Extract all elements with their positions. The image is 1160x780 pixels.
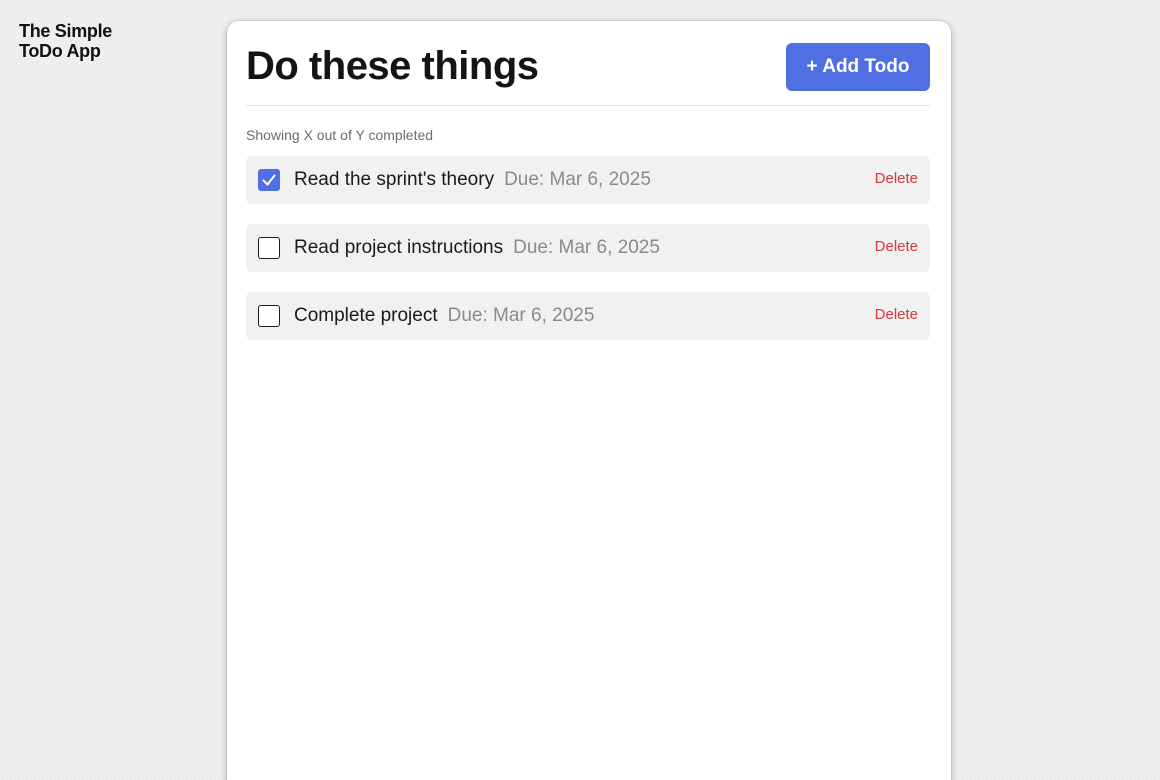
delete-button[interactable]: Delete <box>875 170 918 187</box>
todo-list: Read the sprint's theory Due: Mar 6, 2025… <box>246 156 930 360</box>
app-name-line2: ToDo App <box>19 41 101 61</box>
todo-label: Read the sprint's theory Due: Mar 6, 2025 <box>294 169 651 191</box>
todo-checkbox[interactable] <box>258 169 280 191</box>
delete-button[interactable]: Delete <box>875 238 918 255</box>
app-logo: The Simple ToDo App <box>19 21 149 61</box>
add-todo-button[interactable]: + Add Todo <box>786 43 930 91</box>
todo-due-date: Due: Mar 6, 2025 <box>504 169 651 190</box>
todo-checkbox[interactable] <box>258 237 280 259</box>
todo-label: Complete project Due: Mar 6, 2025 <box>294 305 594 327</box>
page-title: Do these things <box>246 44 539 88</box>
todo-item: Complete project Due: Mar 6, 2025 Delete <box>246 292 930 340</box>
card-header: Do these things + Add Todo <box>246 43 930 106</box>
todo-item: Read project instructions Due: Mar 6, 202… <box>246 224 930 272</box>
check-icon <box>262 174 276 186</box>
todo-card: Do these things + Add Todo Showing X out… <box>227 21 951 780</box>
todo-due-date: Due: Mar 6, 2025 <box>447 305 595 326</box>
todo-label: Read project instructions Due: Mar 6, 202… <box>294 237 660 259</box>
delete-button[interactable]: Delete <box>875 306 918 323</box>
todo-item: Read the sprint's theory Due: Mar 6, 2025… <box>246 156 930 204</box>
todo-due-date: Due: Mar 6, 2025 <box>513 237 660 258</box>
todo-checkbox[interactable] <box>258 305 280 327</box>
todo-name: Read the sprint's theory <box>294 169 495 190</box>
todo-name: Complete project <box>294 305 438 326</box>
completion-summary: Showing X out of Y completed <box>246 127 434 143</box>
app-name-line1: The Simple <box>19 21 113 41</box>
todo-name: Read project instructions <box>294 237 504 258</box>
